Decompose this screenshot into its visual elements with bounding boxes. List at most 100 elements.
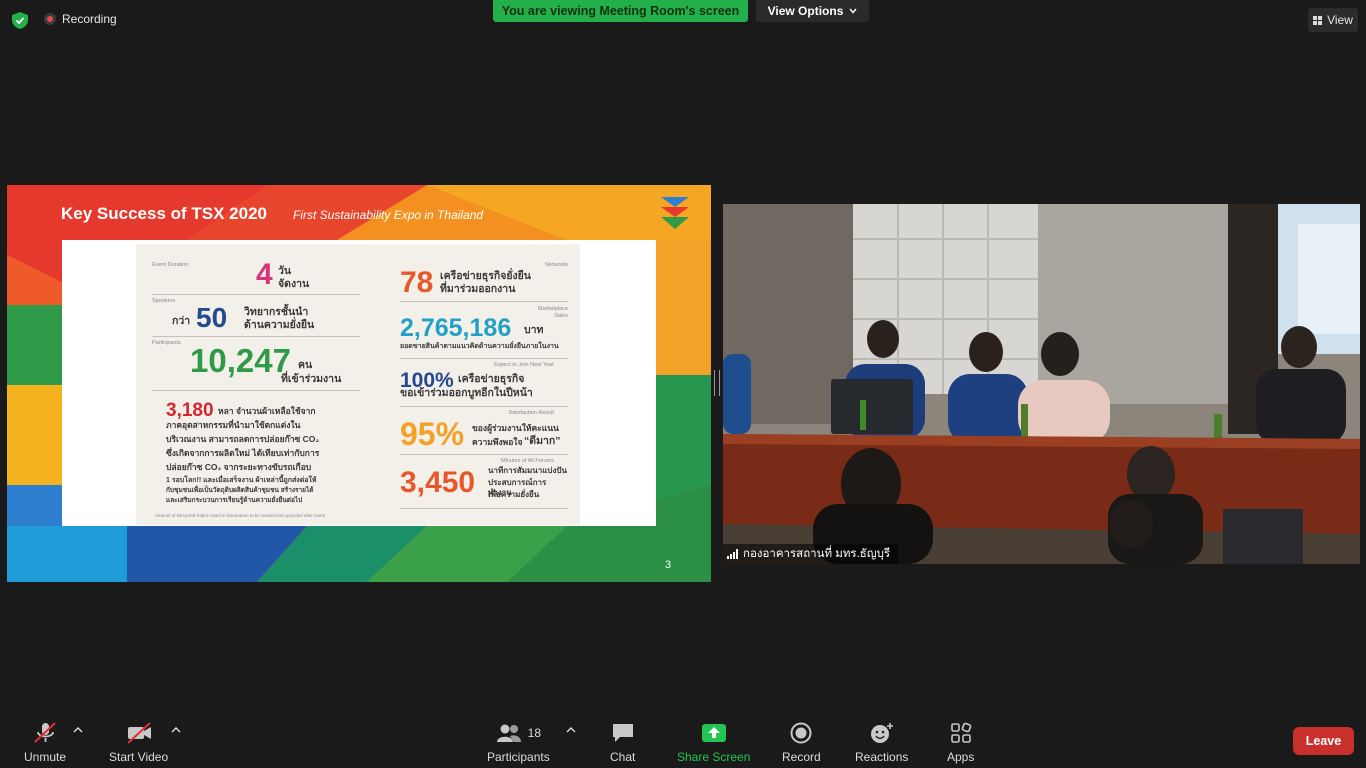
satisfaction-caption: Satisfaction Result bbox=[508, 410, 554, 416]
apps-label: Apps bbox=[947, 750, 975, 764]
meeting-room-video-frame bbox=[723, 204, 1360, 564]
participant-name-tag: กองอาคารสถานที่ มทร.ธัญบุรี bbox=[723, 544, 899, 564]
fabric-text-3: บริเวณงาน สามารถลดการปล่อยก๊าซ CO₂ bbox=[166, 434, 320, 444]
speakers-text-1: วิทยากรชั้นนำ bbox=[244, 306, 309, 318]
divider bbox=[400, 454, 568, 455]
participants-caption: Participants bbox=[152, 340, 181, 346]
fabric-text-5: ปล่อยก๊าซ CO₂ จากระยะทางขับรถเกือบ bbox=[166, 462, 312, 472]
sales-text: ยอดขายสินค้าตามแนวคิดด้านความยั่งยืนภายใ… bbox=[400, 343, 559, 350]
fabric-text-4: ซึ่งเกิดจากการผลิตใหม่ ได้เทียบเท่ากับกา… bbox=[166, 448, 320, 458]
view-options-button[interactable]: View Options bbox=[756, 0, 869, 22]
participants-unit: คน bbox=[298, 359, 313, 371]
divider bbox=[152, 390, 360, 391]
participants-icon bbox=[496, 724, 521, 742]
sales-unit: บาท bbox=[524, 324, 544, 336]
chat-label: Chat bbox=[610, 750, 636, 764]
audio-options-caret-icon[interactable] bbox=[73, 726, 83, 734]
microphone-muted-icon bbox=[32, 722, 58, 744]
unmute-label: Unmute bbox=[24, 750, 67, 764]
leave-button[interactable]: Leave bbox=[1293, 727, 1354, 755]
forums-text-3: เพื่อความยั่งยืน bbox=[488, 490, 540, 499]
networks-caption: Networks bbox=[545, 262, 568, 268]
fabric-text-1: หลา จำนวนผ้าเหลือใช้จาก bbox=[218, 406, 316, 416]
forums-text-1: นาทีการสัมมนาแบ่งปัน bbox=[488, 466, 567, 475]
networks-value: 78 bbox=[400, 266, 434, 299]
chat-button[interactable]: Chat bbox=[610, 722, 635, 764]
video-options-caret-icon[interactable] bbox=[171, 726, 181, 734]
networks-text-1: เครือข่ายธุรกิจยั่งยืน bbox=[440, 270, 531, 282]
sales-caption-1: Marketplace bbox=[538, 306, 568, 312]
fabric-footnote: Amount of Recycled Fabric Used in Decora… bbox=[155, 513, 326, 518]
next-year-caption: Expect to Join Next Year bbox=[494, 362, 554, 368]
viewing-screen-banner: You are viewing Meeting Room's screen bbox=[493, 0, 748, 22]
divider bbox=[152, 336, 360, 337]
sales-caption-2: Sales bbox=[554, 313, 568, 319]
divider bbox=[400, 301, 568, 302]
event-duration-unit-2: จัดงาน bbox=[278, 278, 310, 290]
participant-video[interactable]: กองอาคารสถานที่ มทร.ธัญบุรี bbox=[723, 204, 1360, 564]
infographic: Event Duration 4 วัน จัดงาน Speakers กว่… bbox=[136, 244, 580, 525]
view-label: View bbox=[1327, 13, 1353, 27]
speakers-prefix: กว่า bbox=[172, 315, 191, 327]
connection-signal-icon bbox=[727, 549, 738, 559]
satisfaction-emphasis: “ดีมาก” bbox=[524, 435, 561, 447]
next-year-text-2: ขอเข้าร่วมออกบูทอีกในปีหน้า bbox=[400, 387, 533, 399]
speakers-value: 50 bbox=[196, 302, 228, 333]
fabric-text-7: กับชุมชนเพื่อเป็นวัตถุดิบผลิตสินค้าชุมชน… bbox=[166, 487, 314, 494]
record-button[interactable]: Record bbox=[782, 722, 821, 764]
reactions-label: Reactions bbox=[855, 750, 909, 764]
fabric-text-6: 1 รอบโลก!! และเมื่อเสร็จงาน ผ้าเหล่านี้ถ… bbox=[166, 477, 317, 484]
participants-options-caret-icon[interactable] bbox=[566, 726, 576, 734]
next-year-text-1: เครือข่ายธุรกิจ bbox=[458, 373, 525, 385]
participants-button[interactable]: 18 Participants bbox=[487, 722, 550, 764]
participants-value: 10,247 bbox=[190, 342, 291, 379]
participants-label: Participants bbox=[487, 750, 550, 764]
event-duration-value: 4 bbox=[256, 258, 273, 291]
sales-value: 2,765,186 bbox=[400, 314, 512, 342]
security-shield-icon[interactable] bbox=[12, 12, 28, 29]
participants-text: ที่เข้าร่วมงาน bbox=[281, 373, 342, 385]
shared-screen-slide: Key Success of TSX 2020 First Sustainabi… bbox=[7, 185, 711, 582]
start-video-button[interactable]: Start Video bbox=[109, 722, 168, 764]
divider bbox=[152, 294, 360, 295]
record-icon bbox=[790, 722, 812, 744]
record-label: Record bbox=[782, 750, 821, 764]
start-video-label: Start Video bbox=[109, 750, 169, 764]
recording-indicator[interactable]: Recording bbox=[44, 12, 117, 26]
share-screen-icon bbox=[701, 722, 726, 744]
video-camera-off-icon bbox=[125, 722, 153, 744]
satisfaction-text-2: ความพึงพอใจ bbox=[472, 437, 523, 447]
fabric-value: 3,180 bbox=[166, 400, 214, 421]
fabric-text-8: และเสริมกระบวนการเรียนรู้ด้านความยั่งยืน… bbox=[166, 497, 303, 504]
panel-splitter-handle[interactable] bbox=[714, 370, 720, 396]
slide-content-panel: Event Duration 4 วัน จัดงาน Speakers กว่… bbox=[62, 240, 656, 526]
recording-label: Recording bbox=[62, 12, 117, 26]
slide-page-number: 3 bbox=[665, 559, 672, 571]
divider bbox=[400, 508, 568, 509]
reactions-smiley-icon bbox=[870, 722, 894, 744]
networks-text-2: ที่มาร่วมออกงาน bbox=[440, 283, 516, 295]
satisfaction-text-1: ของผู้ร่วมงานให้คะแนน bbox=[472, 423, 559, 433]
forums-value: 3,450 bbox=[400, 466, 476, 499]
share-screen-button[interactable]: Share Screen bbox=[677, 722, 750, 764]
participant-name: กองอาคารสถานที่ มทร.ธัญบุรี bbox=[743, 548, 891, 560]
reactions-button[interactable]: Reactions bbox=[855, 722, 908, 764]
participants-count: 18 bbox=[527, 726, 542, 740]
unmute-button[interactable]: Unmute bbox=[24, 722, 66, 764]
slide-subtitle: First Sustainability Expo in Thailand bbox=[293, 208, 484, 222]
view-options-label: View Options bbox=[767, 4, 844, 18]
meeting-toolbar: Unmute Start Video 18 Participants Chat bbox=[0, 712, 1366, 768]
forums-caption: Minutes of All Forums bbox=[501, 458, 554, 464]
apps-button[interactable]: Apps bbox=[947, 722, 974, 764]
event-duration-unit-1: วัน bbox=[278, 265, 292, 277]
speakers-caption: Speakers bbox=[152, 298, 176, 304]
divider bbox=[400, 358, 568, 359]
chevron-down-icon bbox=[849, 8, 857, 14]
recording-icon bbox=[44, 13, 56, 25]
chat-icon bbox=[611, 722, 635, 744]
view-layout-button[interactable]: View bbox=[1308, 8, 1358, 32]
divider bbox=[400, 406, 568, 407]
satisfaction-value: 95% bbox=[400, 416, 465, 452]
event-duration-caption: Event Duration bbox=[152, 262, 189, 268]
apps-icon bbox=[950, 722, 972, 744]
